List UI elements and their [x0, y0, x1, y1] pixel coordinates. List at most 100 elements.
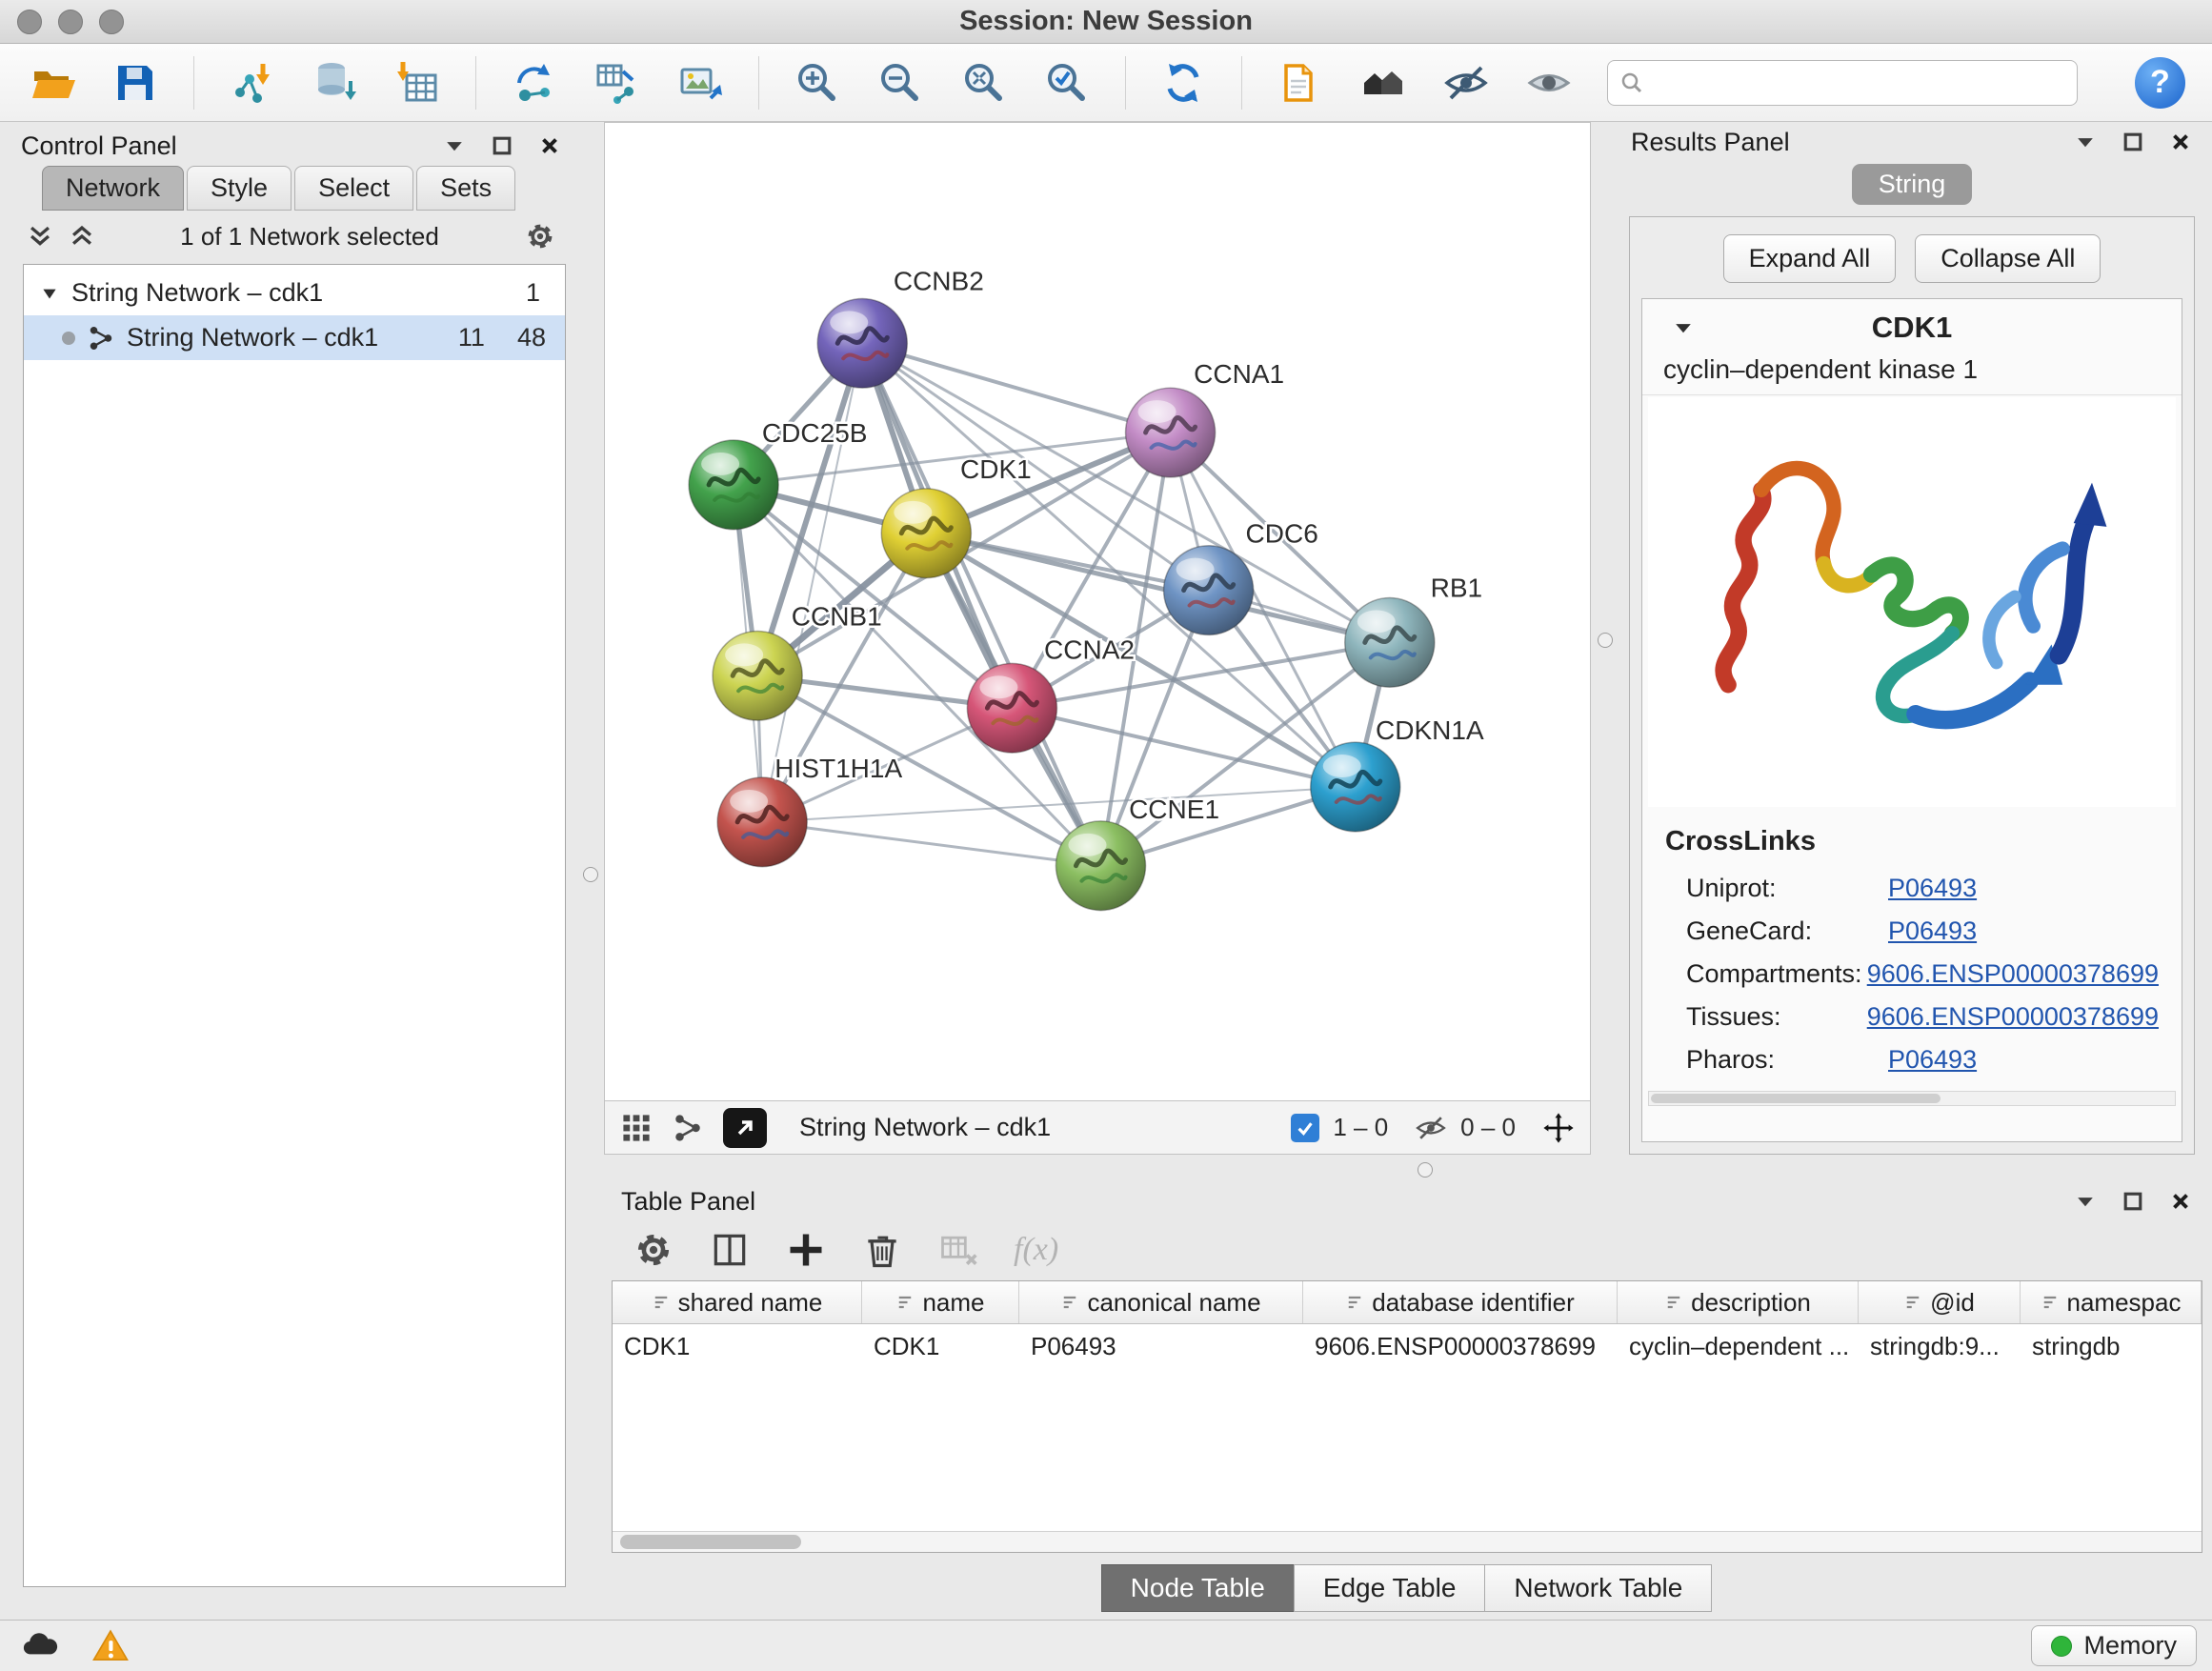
refresh-button[interactable]: [1158, 57, 1209, 109]
network-node-ccnb1[interactable]: [713, 631, 802, 720]
import-table-file-button[interactable]: [392, 57, 443, 109]
expand-all-icon[interactable]: [69, 223, 95, 250]
network-edge[interactable]: [762, 343, 862, 822]
share-view-icon[interactable]: [672, 1112, 704, 1144]
network-node-ccna2[interactable]: [967, 663, 1056, 753]
tab-style[interactable]: Style: [187, 166, 292, 211]
selected-indicator-checkbox[interactable]: [1291, 1114, 1319, 1142]
network-node-cdk1[interactable]: [881, 489, 971, 578]
network-node-cdc25b[interactable]: [689, 440, 778, 530]
network-node-hist1h1a[interactable]: [717, 777, 807, 867]
close-icon[interactable]: [2168, 130, 2193, 154]
results-horizontal-scrollbar[interactable]: [1648, 1091, 2176, 1106]
table-options-gear-icon[interactable]: [633, 1229, 674, 1271]
float-window-icon[interactable]: [490, 133, 514, 158]
memory-button[interactable]: Memory: [2031, 1625, 2197, 1666]
birdseye-home-button[interactable]: [1357, 57, 1408, 109]
column-header[interactable]: description: [1618, 1281, 1859, 1323]
column-header[interactable]: @id: [1859, 1281, 2021, 1323]
network-edge[interactable]: [862, 343, 1100, 865]
import-network-database-button[interactable]: [310, 57, 360, 109]
show-columns-icon[interactable]: [709, 1229, 751, 1271]
table-cell[interactable]: cyclin–dependent ...: [1618, 1324, 1859, 1366]
network-edge[interactable]: [862, 343, 1170, 433]
network-edge[interactable]: [926, 534, 1389, 643]
zoom-selected-button[interactable]: [1041, 57, 1092, 109]
column-header[interactable]: database identifier: [1303, 1281, 1618, 1323]
table-horizontal-scrollbar[interactable]: [613, 1531, 2202, 1552]
grid-view-icon[interactable]: [620, 1112, 653, 1144]
window-zoom-button[interactable]: [99, 10, 124, 34]
crosslink-link[interactable]: 9606.ENSP00000378699: [1867, 1002, 2159, 1032]
table-cell[interactable]: stringdb: [2021, 1324, 2202, 1366]
network-view[interactable]: CCNB2CCNA1CDC25BCDK1CDC6RB1CCNB1CCNA2CDK…: [604, 122, 1591, 1101]
collapse-all-button[interactable]: Collapse All: [1915, 234, 2101, 283]
crosslink-link[interactable]: 9606.ENSP00000378699: [1867, 959, 2159, 989]
float-window-icon[interactable]: [2121, 130, 2145, 154]
column-header[interactable]: canonical name: [1019, 1281, 1303, 1323]
tab-string[interactable]: String: [1852, 164, 1973, 205]
network-node-ccnb2[interactable]: [817, 298, 907, 388]
protein-card-header[interactable]: CDK1: [1642, 299, 2182, 347]
network-options-button[interactable]: [524, 220, 556, 252]
hide-graphics-button[interactable]: [1440, 57, 1491, 109]
table-cell[interactable]: CDK1: [862, 1324, 1019, 1366]
chevron-down-icon[interactable]: [442, 133, 467, 158]
birdseye-toggle-button[interactable]: [723, 1108, 767, 1148]
chevron-down-icon[interactable]: [1671, 315, 1696, 340]
table-cell[interactable]: 9606.ENSP00000378699: [1303, 1324, 1618, 1366]
right-splitter-grip[interactable]: [1598, 633, 1613, 648]
network-node-ccne1[interactable]: [1056, 821, 1145, 911]
close-icon[interactable]: [537, 133, 562, 158]
crosslink-link[interactable]: P06493: [1888, 1045, 1977, 1075]
zoom-in-button[interactable]: [792, 57, 842, 109]
search-input[interactable]: [1654, 68, 2065, 97]
window-close-button[interactable]: [17, 10, 42, 34]
tab-node-table[interactable]: Node Table: [1101, 1564, 1295, 1612]
float-window-icon[interactable]: [2121, 1189, 2145, 1214]
table-cell[interactable]: P06493: [1019, 1324, 1303, 1366]
pan-move-icon[interactable]: [1542, 1112, 1575, 1144]
zoom-out-button[interactable]: [875, 57, 926, 109]
network-edge[interactable]: [762, 822, 1100, 866]
network-node-cdc6[interactable]: [1164, 546, 1254, 635]
network-node-cdkn1a[interactable]: [1311, 742, 1400, 832]
add-column-icon[interactable]: [785, 1229, 827, 1271]
chevron-down-icon[interactable]: [2073, 130, 2098, 154]
tab-network-table[interactable]: Network Table: [1484, 1564, 1712, 1612]
import-network-file-button[interactable]: [227, 57, 277, 109]
show-graphics-button[interactable]: [1524, 57, 1575, 109]
scrollbar-thumb[interactable]: [620, 1535, 801, 1549]
table-row[interactable]: CDK1CDK1P064939606.ENSP00000378699cyclin…: [613, 1324, 2202, 1366]
warnings-button[interactable]: [86, 1625, 135, 1667]
new-table-button[interactable]: [593, 57, 643, 109]
cloud-status-button[interactable]: [15, 1625, 65, 1667]
new-network-button[interactable]: [509, 57, 559, 109]
network-canvas[interactable]: CCNB2CCNA1CDC25BCDK1CDC6RB1CCNB1CCNA2CDK…: [605, 123, 1590, 1100]
save-session-button[interactable]: [110, 57, 160, 109]
help-button[interactable]: ?: [2135, 57, 2185, 109]
tab-network[interactable]: Network: [42, 166, 184, 211]
column-header[interactable]: shared name: [613, 1281, 862, 1323]
table-cell[interactable]: stringdb:9...: [1859, 1324, 2021, 1366]
tab-select[interactable]: Select: [294, 166, 413, 211]
tab-sets[interactable]: Sets: [416, 166, 515, 211]
chevron-down-icon[interactable]: [2073, 1189, 2098, 1214]
column-header[interactable]: name: [862, 1281, 1019, 1323]
delete-column-icon[interactable]: [861, 1229, 903, 1271]
network-row[interactable]: String Network – cdk1 11 48: [24, 315, 565, 360]
network-node-ccna1[interactable]: [1126, 388, 1216, 477]
network-collection-row[interactable]: String Network – cdk1 1: [24, 271, 565, 315]
open-session-button[interactable]: [27, 57, 77, 109]
zoom-fit-button[interactable]: [958, 57, 1009, 109]
left-splitter-grip[interactable]: [583, 867, 598, 882]
column-header[interactable]: namespac: [2021, 1281, 2202, 1323]
disclosure-triangle-icon[interactable]: [39, 283, 60, 304]
annotation-button[interactable]: [1275, 57, 1325, 109]
window-minimize-button[interactable]: [58, 10, 83, 34]
horizontal-splitter-grip[interactable]: [1418, 1162, 1433, 1178]
tab-edge-table[interactable]: Edge Table: [1294, 1564, 1486, 1612]
crosslink-link[interactable]: P06493: [1888, 916, 1977, 946]
network-node-rb1[interactable]: [1345, 598, 1435, 688]
expand-all-button[interactable]: Expand All: [1723, 234, 1897, 283]
